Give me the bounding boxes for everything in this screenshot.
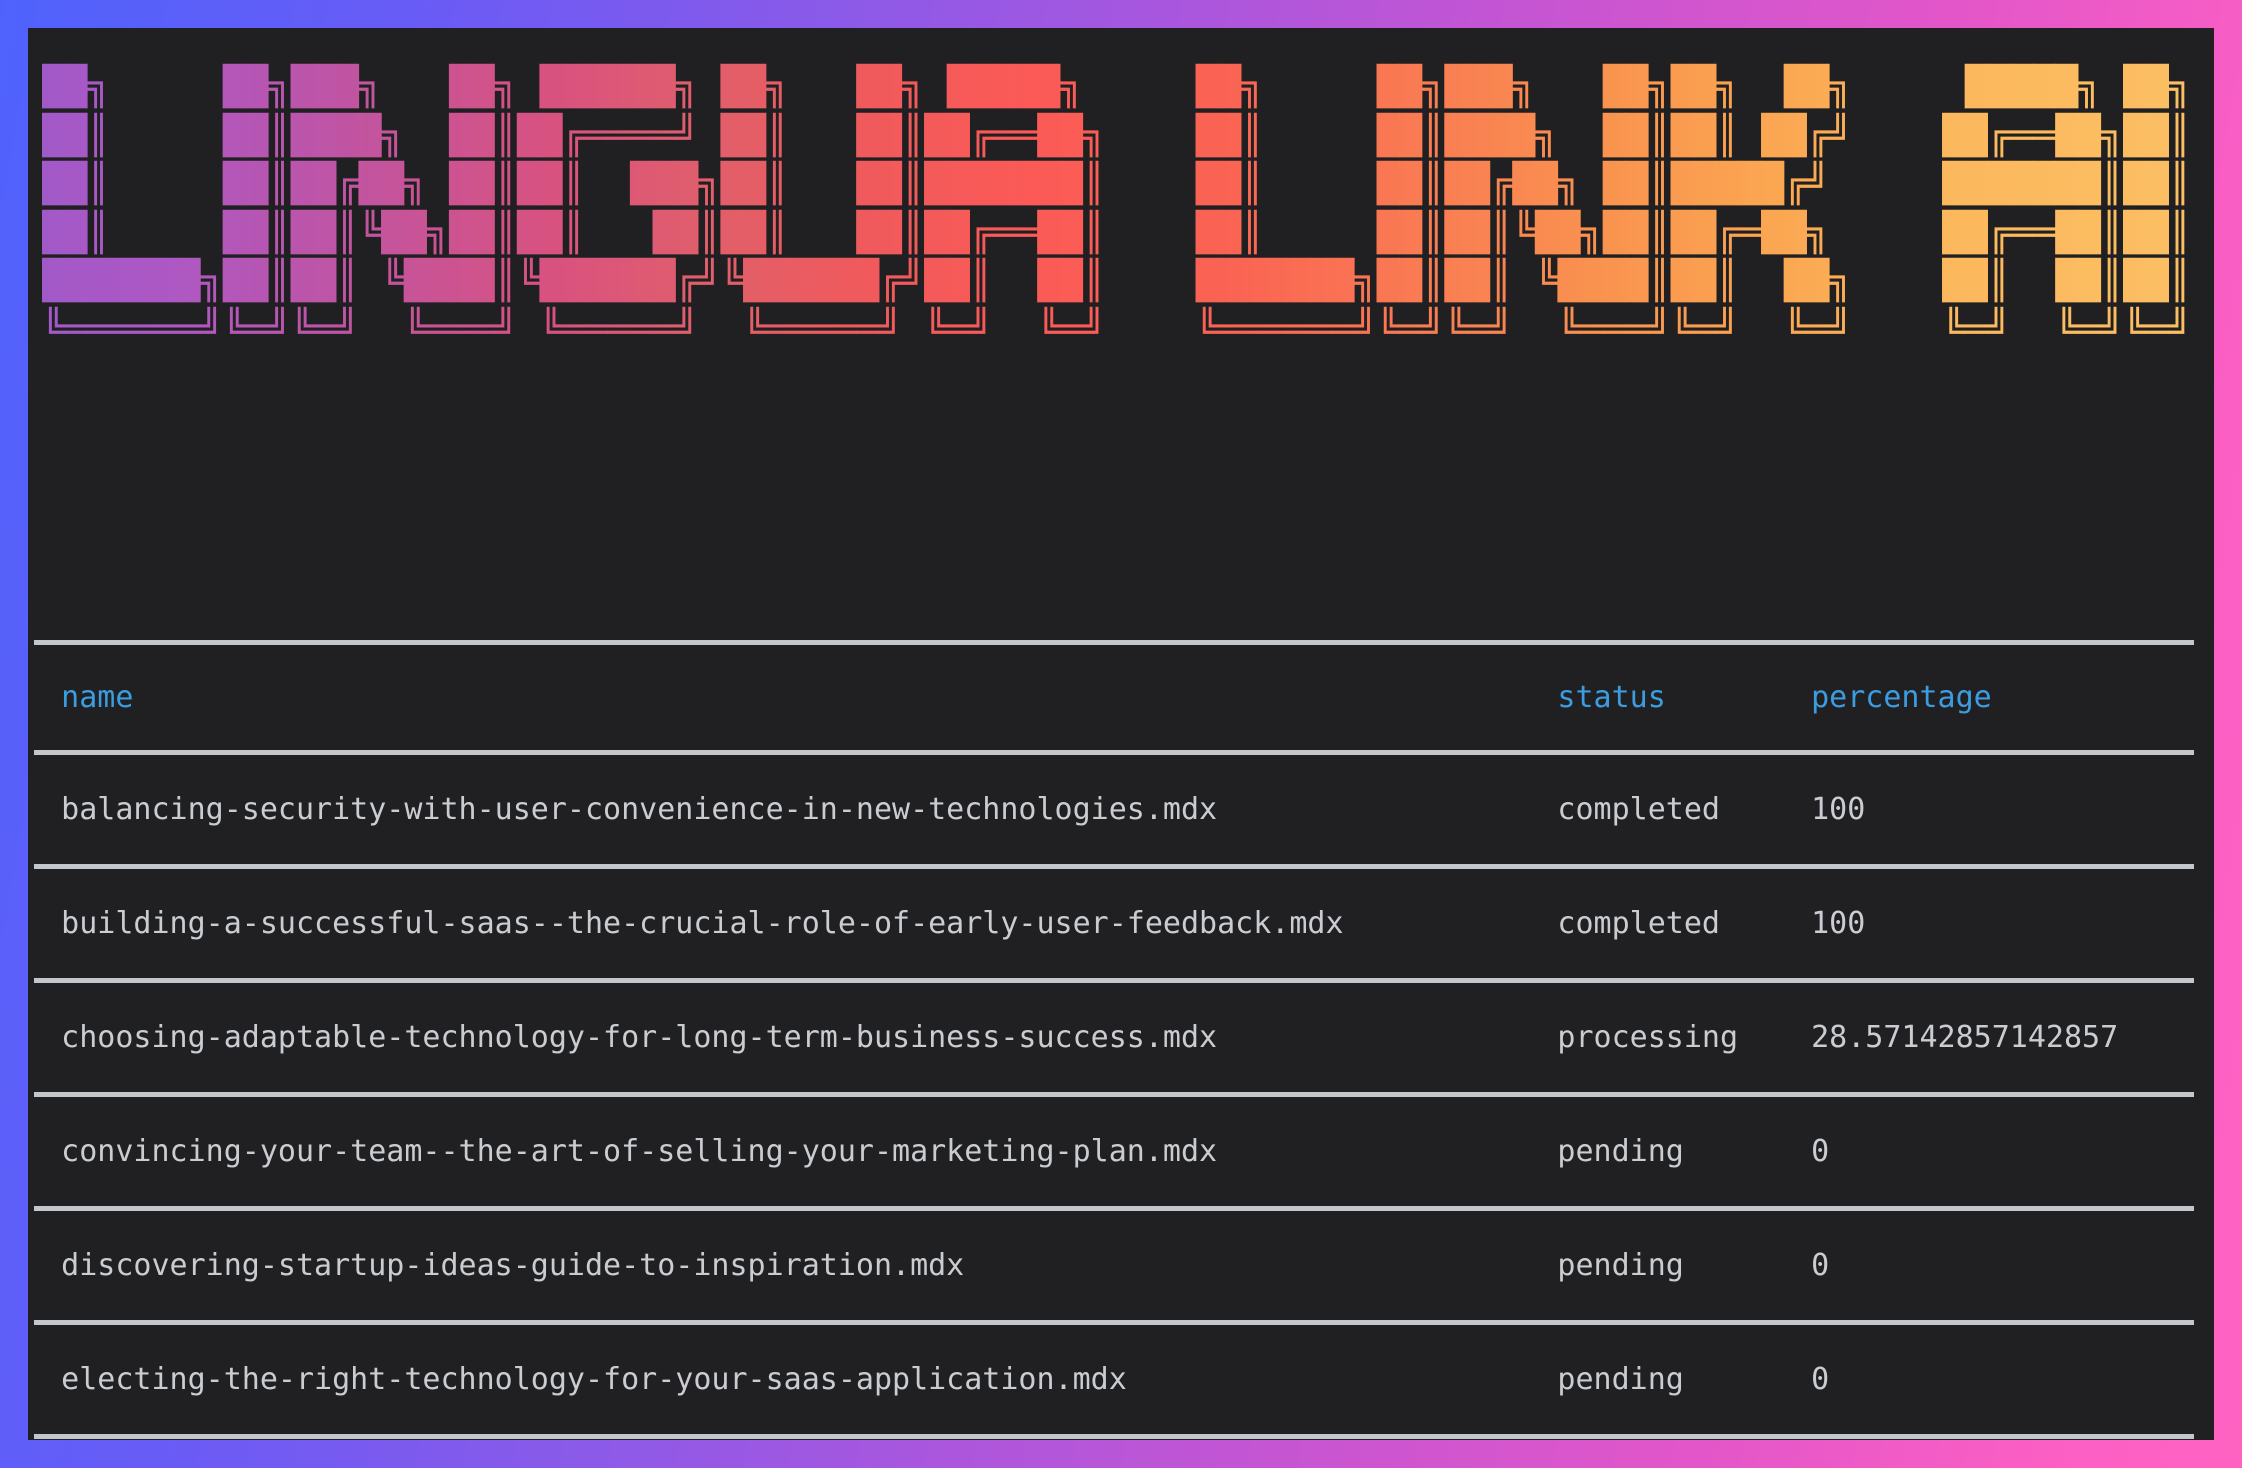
cell-percentage: 0 — [1789, 1211, 2189, 1320]
table-border-right — [2189, 1325, 2194, 1434]
table-row[interactable]: choosing-adaptable-technology-for-long-t… — [34, 983, 2194, 1092]
cell-text-percentage: 100 — [1811, 791, 1866, 827]
table-header-row: name status percentage — [34, 645, 2194, 750]
cell-text-status: pending — [1557, 1361, 1684, 1397]
column-header-percentage: percentage — [1789, 645, 2189, 750]
table-row[interactable] — [34, 1439, 2194, 1440]
table-row[interactable]: electing-the-right-technology-for-your-s… — [34, 1325, 2194, 1434]
cell-percentage: 0 — [1789, 1097, 2189, 1206]
cell-status: pending — [1535, 1211, 1784, 1320]
cell-text-status: pending — [1557, 1247, 1684, 1283]
cell-text-name: choosing-adaptable-technology-for-long-t… — [61, 1019, 1218, 1055]
results-table-body: name status percentage balancing-security-w… — [34, 640, 2194, 1440]
cell-text-percentage: 100 — [1811, 905, 1866, 941]
cell-text-percentage: 28.57142857142857 — [1811, 1019, 2119, 1055]
cell-name: electing-the-right-technology-for-your-s… — [39, 1325, 1530, 1434]
cell-name: choosing-adaptable-technology-for-long-t… — [39, 983, 1530, 1092]
column-header-label-name: name — [61, 679, 134, 715]
cell-name: building-a-successful-saas--the-crucial-… — [39, 869, 1530, 978]
table-border-right — [2189, 1211, 2194, 1320]
table-row[interactable]: balancing-security-with-user-convenience… — [34, 755, 2194, 864]
cell-status: processing — [1535, 983, 1784, 1092]
cell-text-name: balancing-security-with-user-convenience… — [61, 791, 1218, 827]
table-border-right — [2189, 983, 2194, 1092]
cell-status: pending — [1535, 1325, 1784, 1434]
cell-status: completed — [1535, 755, 1784, 864]
cell-text-percentage: 0 — [1811, 1247, 1830, 1283]
cell-name: discovering-startup-ideas-guide-to-inspi… — [39, 1211, 1530, 1320]
cell-percentage: 100 — [1789, 755, 2189, 864]
cell-text-name: building-a-successful-saas--the-crucial-… — [61, 905, 1344, 941]
cell-status: pending — [1535, 1097, 1784, 1206]
cell-name: convincing-your-team--the-art-of-selling… — [39, 1097, 1530, 1206]
cell-text-name: discovering-startup-ideas-guide-to-inspi… — [61, 1247, 965, 1283]
cell-status — [1535, 1439, 1784, 1440]
table-border-right — [2189, 755, 2194, 864]
cell-percentage: 0 — [1789, 1325, 2189, 1434]
cell-text-name: electing-the-right-technology-for-your-s… — [61, 1361, 1127, 1397]
column-header-status: status — [1535, 645, 1784, 750]
column-header-name: name — [39, 645, 1530, 750]
table-border-right — [2189, 869, 2194, 978]
table-border-right — [2189, 1439, 2194, 1440]
cell-text-percentage: 0 — [1811, 1133, 1830, 1169]
cell-name — [39, 1439, 1530, 1440]
table-row[interactable]: building-a-successful-saas--the-crucial-… — [34, 869, 2194, 978]
cell-text-status: completed — [1557, 905, 1720, 941]
gradient-frame: ██╗ ██╗███╗ ██╗ ██████╗ ██╗ ██╗ █████╗ █… — [0, 0, 2242, 1468]
table-row[interactable]: convincing-your-team--the-art-of-selling… — [34, 1097, 2194, 1206]
cell-name: balancing-security-with-user-convenience… — [39, 755, 1530, 864]
column-header-label-percentage: percentage — [1811, 679, 1992, 715]
table-row[interactable]: discovering-startup-ideas-guide-to-inspi… — [34, 1211, 2194, 1320]
cell-percentage: 100 — [1789, 869, 2189, 978]
results-table-container: name status percentage balancing-security-w… — [34, 640, 2194, 1440]
cell-percentage: 28.57142857142857 — [1789, 983, 2189, 1092]
ascii-art-title: ██╗ ██╗███╗ ██╗ ██████╗ ██╗ ██╗ █████╗ █… — [42, 62, 2191, 353]
terminal-window: ██╗ ██╗███╗ ██╗ ██████╗ ██╗ ██╗ █████╗ █… — [28, 28, 2214, 1440]
table-border-right — [2189, 1097, 2194, 1206]
cell-status: completed — [1535, 869, 1784, 978]
cell-text-status: processing — [1557, 1019, 1739, 1055]
column-header-label-status: status — [1557, 679, 1666, 715]
cell-text-name: convincing-your-team--the-art-of-selling… — [61, 1133, 1218, 1169]
cell-text-status: pending — [1557, 1133, 1684, 1169]
table-border-right — [2189, 645, 2194, 750]
results-table: name status percentage balancing-security-w… — [34, 640, 2194, 1440]
cell-percentage — [1789, 1439, 2189, 1440]
cell-text-status: completed — [1557, 791, 1720, 827]
cell-text-percentage: 0 — [1811, 1361, 1830, 1397]
